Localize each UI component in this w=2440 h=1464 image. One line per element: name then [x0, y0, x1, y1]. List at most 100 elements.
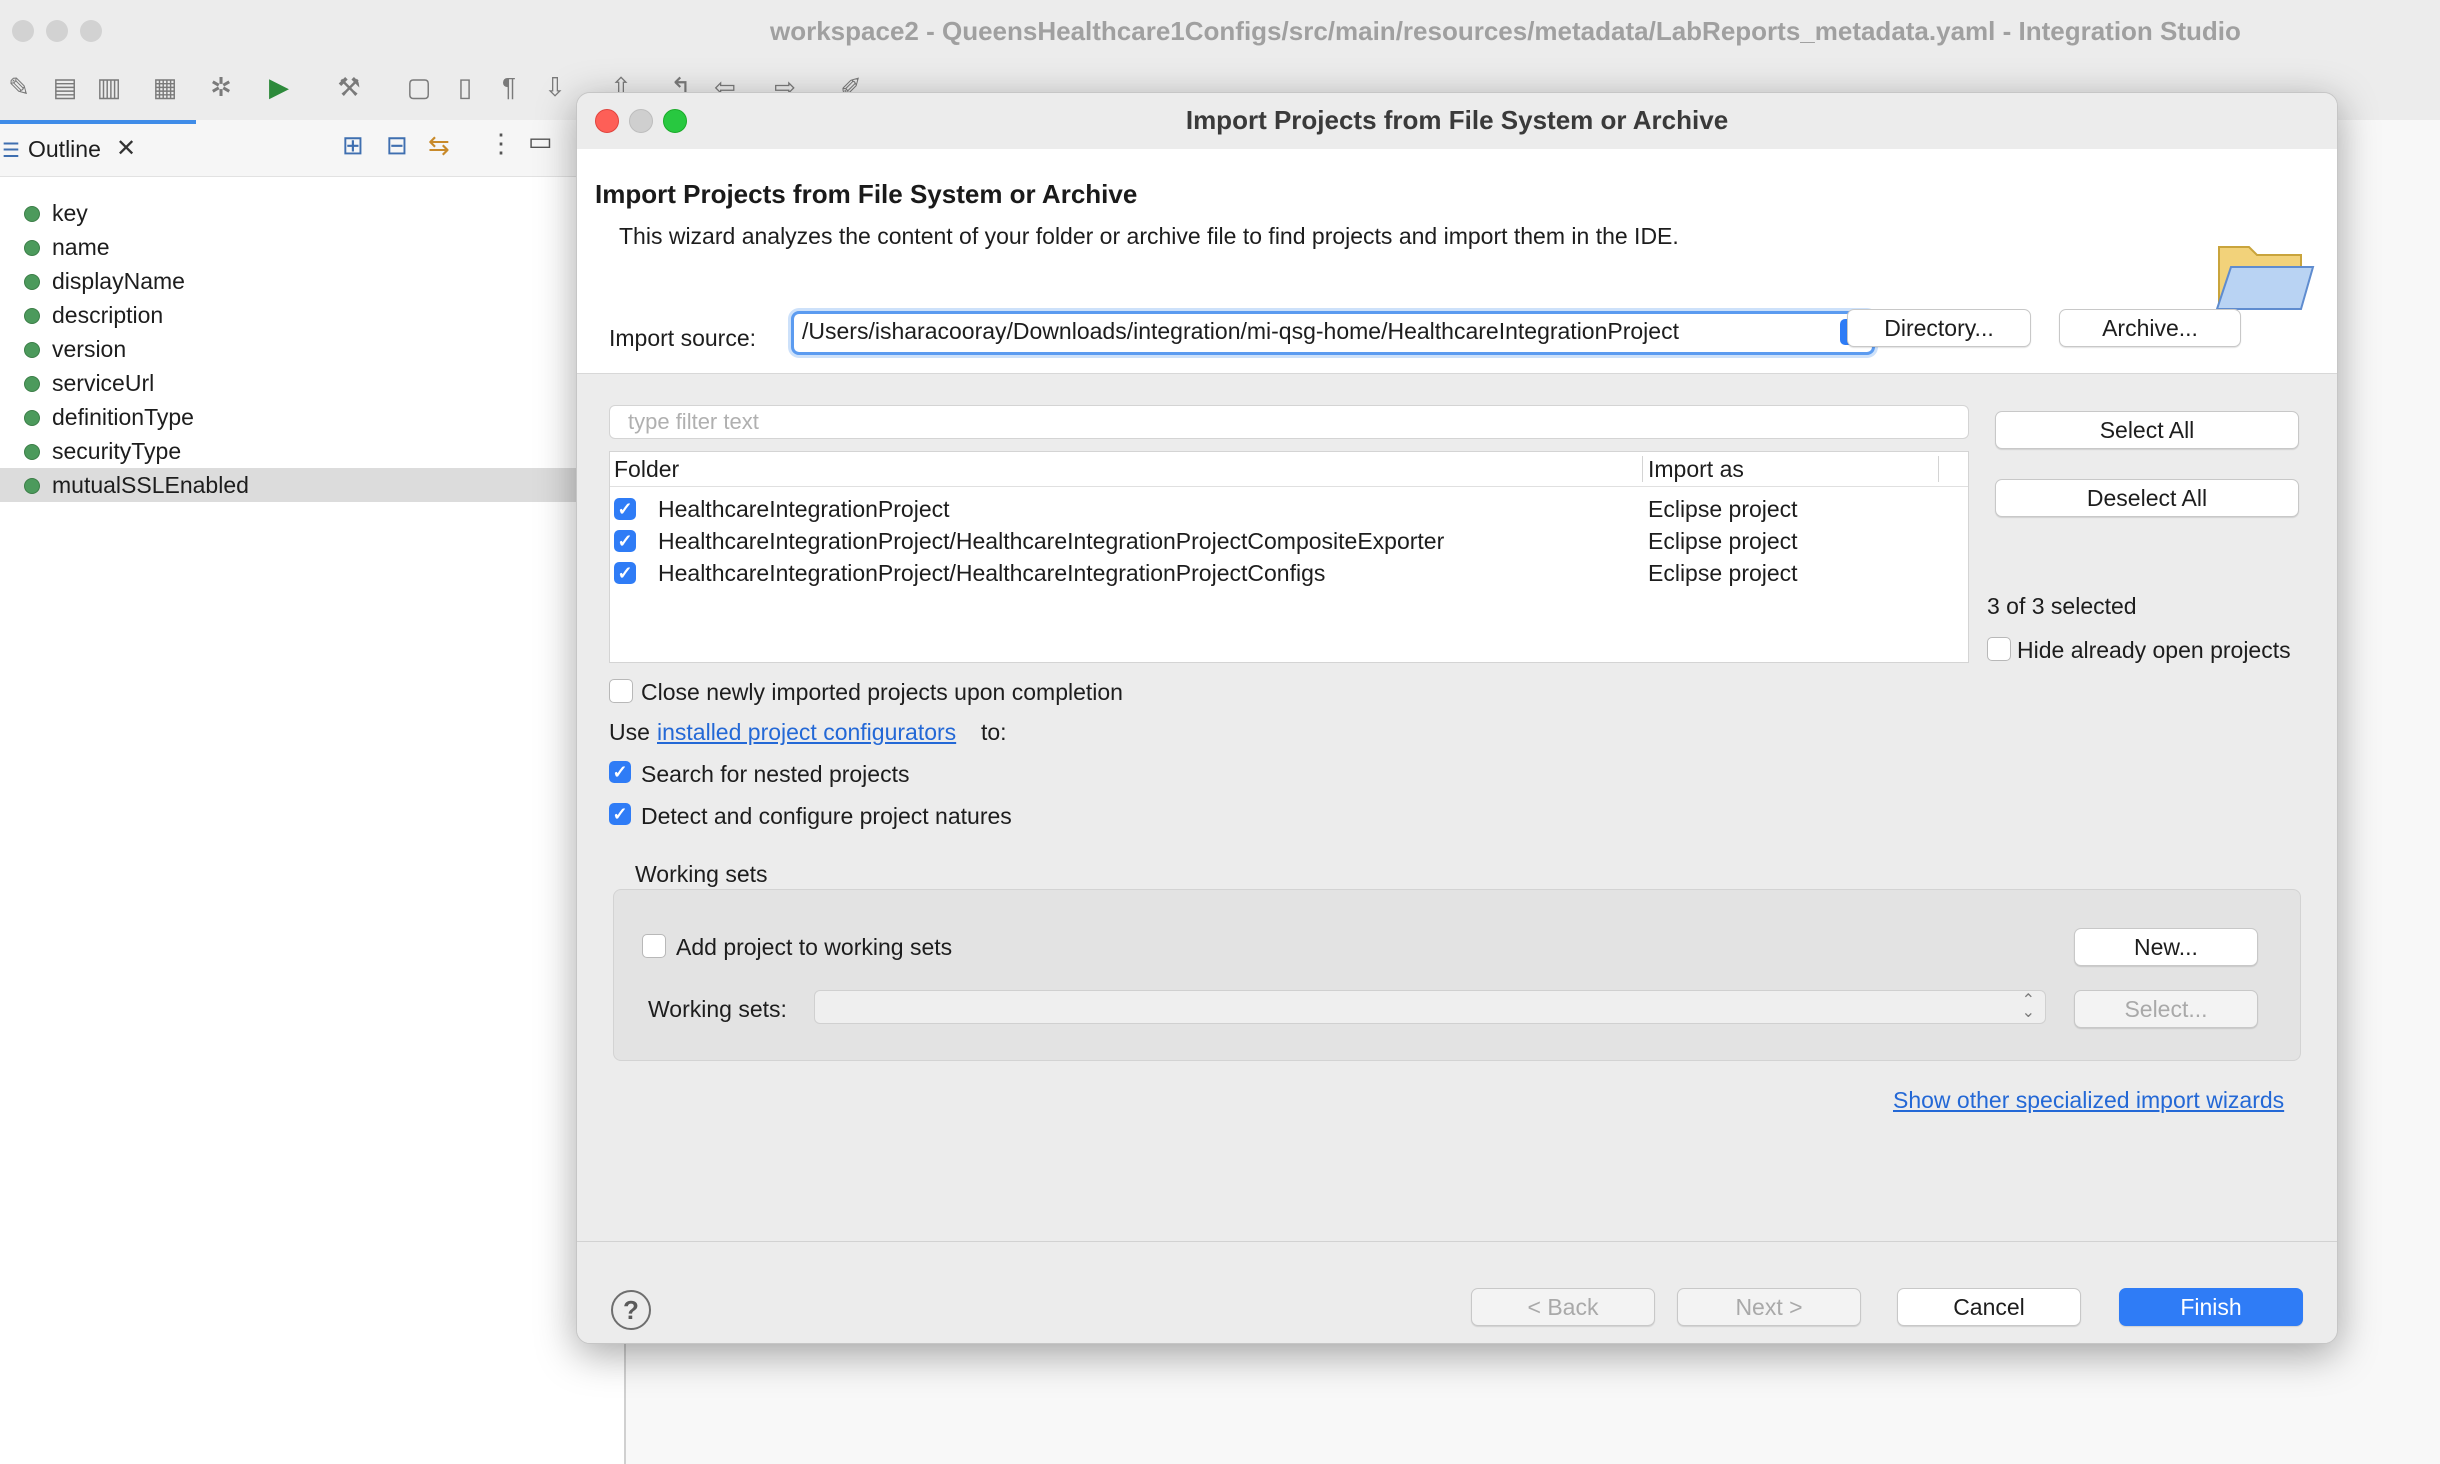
projects-table: Folder Import as ✓ HealthcareIntegrationP… — [609, 451, 1969, 663]
format-icon[interactable]: ▢ — [404, 72, 434, 102]
add-to-working-sets-checkbox[interactable] — [642, 934, 666, 958]
dialog-footer: ? < Back Next > Cancel Finish — [577, 1241, 2337, 1343]
outline-item[interactable]: name — [0, 230, 580, 264]
field-icon — [24, 274, 40, 290]
import-dialog: Import Projects from File System or Arch… — [576, 92, 2338, 1344]
column-header-folder[interactable]: Folder — [614, 456, 679, 483]
finish-button[interactable]: Finish — [2119, 1288, 2303, 1326]
next-button[interactable]: Next > — [1677, 1288, 1861, 1326]
outline-tab-label[interactable]: Outline — [28, 136, 101, 163]
field-icon — [24, 240, 40, 256]
active-tab-indicator — [0, 120, 196, 124]
dialog-titlebar: Import Projects from File System or Arch… — [577, 93, 2337, 149]
import-source-combo[interactable]: /Users/isharacooray/Downloads/integratio… — [791, 311, 1875, 355]
project-folder: HealthcareIntegrationProject — [658, 496, 950, 522]
outline-item-label: securityType — [52, 438, 182, 464]
help-icon[interactable]: ? — [611, 1290, 651, 1330]
outline-item[interactable]: version — [0, 332, 580, 366]
dialog-description: This wizard analyzes the content of your… — [619, 223, 1679, 249]
field-icon — [24, 410, 40, 426]
link-with-editor-icon[interactable]: ⇆ — [428, 130, 450, 161]
new-working-set-button[interactable]: New... — [2074, 928, 2258, 966]
select-all-button[interactable]: Select All — [1995, 411, 2299, 449]
tools-icon[interactable]: ⚒ — [334, 72, 364, 102]
hide-open-projects-checkbox[interactable] — [1987, 637, 2011, 661]
detect-natures-checkbox[interactable]: ✓ — [609, 803, 631, 825]
import-source-label: Import source: — [609, 325, 756, 351]
table-row[interactable]: ✓ HealthcareIntegrationProject/Healthcare… — [610, 526, 1968, 556]
run-icon[interactable]: ▶ — [264, 72, 294, 102]
outline-panel: ☰ Outline ✕ ⊞ ⊟ ⇆ ⋮ ▭ key name displayName… — [0, 120, 624, 1464]
outline-item[interactable]: serviceUrl — [0, 366, 580, 400]
project-import-as: Eclipse project — [1648, 560, 1798, 586]
close-window-button[interactable] — [12, 20, 34, 42]
other-import-wizards-link[interactable]: Show other specialized import wizards — [1893, 1087, 2284, 1114]
project-checkbox[interactable]: ✓ — [614, 530, 636, 552]
paste-icon[interactable]: ▯ — [450, 72, 480, 102]
field-icon — [24, 342, 40, 358]
detect-natures-label: Detect and configure project natures — [641, 803, 1012, 829]
table-row[interactable]: ✓ HealthcareIntegrationProject Eclipse pro… — [610, 494, 1968, 524]
save-all-icon[interactable]: ▥ — [94, 72, 124, 102]
pilcrow-icon[interactable]: ¶ — [494, 72, 524, 102]
zoom-window-button[interactable] — [80, 20, 102, 42]
outline-item[interactable]: key — [0, 196, 580, 230]
working-sets-label: Working sets: — [648, 996, 787, 1022]
column-header-import-as[interactable]: Import as — [1648, 456, 1744, 483]
server-icon[interactable]: ▦ — [150, 72, 180, 102]
use-prefix: Use — [609, 719, 650, 745]
use-suffix: to: — [981, 719, 1007, 745]
field-icon — [24, 444, 40, 460]
expand-all-icon[interactable]: ⊞ — [342, 130, 364, 161]
hide-open-projects-label: Hide already open projects — [2017, 637, 2291, 663]
header-divider — [610, 486, 1968, 487]
dialog-heading: Import Projects from File System or Arch… — [595, 179, 1138, 209]
close-imported-checkbox[interactable] — [609, 679, 633, 703]
outline-item-label: mutualSSLEnabled — [52, 472, 249, 498]
field-icon — [24, 478, 40, 494]
cancel-button[interactable]: Cancel — [1897, 1288, 2081, 1326]
minimize-icon[interactable]: ▭ — [528, 126, 553, 157]
outline-item[interactable]: mutualSSLEnabled — [0, 468, 580, 502]
project-checkbox[interactable]: ✓ — [614, 562, 636, 584]
deselect-all-button[interactable]: Deselect All — [1995, 479, 2299, 517]
outline-item[interactable]: definitionType — [0, 400, 580, 434]
outline-item-label: definitionType — [52, 404, 194, 430]
import-source-value: /Users/isharacooray/Downloads/integratio… — [802, 318, 1679, 344]
close-icon[interactable]: ✕ — [116, 134, 136, 163]
outline-item-label: description — [52, 302, 164, 328]
field-icon — [24, 206, 40, 222]
outline-tabbar: ☰ Outline ✕ ⊞ ⊟ ⇆ ⋮ ▭ — [0, 120, 624, 177]
archive-button[interactable]: Archive... — [2059, 309, 2241, 347]
search-nested-label: Search for nested projects — [641, 761, 910, 787]
outline-item-label: serviceUrl — [52, 370, 155, 396]
collapse-all-icon[interactable]: ⊟ — [386, 130, 408, 161]
outline-item-label: displayName — [52, 268, 185, 294]
window-titlebar: workspace2 - QueensHealthcare1Configs/sr… — [0, 0, 2440, 62]
dialog-window-title: Import Projects from File System or Arch… — [1185, 105, 1729, 135]
back-button[interactable]: < Back — [1471, 1288, 1655, 1326]
new-icon[interactable]: ✎ — [4, 72, 34, 102]
directory-button[interactable]: Directory... — [1847, 309, 2031, 347]
outline-item[interactable]: securityType — [0, 434, 580, 468]
save-icon[interactable]: ▤ — [50, 72, 80, 102]
filter-input[interactable]: type filter text — [609, 405, 1969, 439]
next-annotation-icon[interactable]: ⇩ — [540, 72, 570, 102]
search-nested-checkbox[interactable]: ✓ — [609, 761, 631, 783]
outline-icon: ☰ — [2, 140, 20, 162]
table-row[interactable]: ✓ HealthcareIntegrationProject/Healthcare… — [610, 558, 1968, 588]
project-import-as: Eclipse project — [1648, 528, 1798, 554]
working-sets-select[interactable]: ⌃ ⌄ — [814, 990, 2046, 1024]
view-menu-icon[interactable]: ⋮ — [488, 128, 514, 159]
outline-item[interactable]: description — [0, 298, 580, 332]
outline-item-label: name — [52, 234, 110, 260]
column-separator — [1938, 456, 1939, 482]
outline-item-label: key — [52, 200, 88, 226]
debug-icon[interactable]: ✲ — [206, 72, 236, 102]
project-checkbox[interactable]: ✓ — [614, 498, 636, 520]
outline-item[interactable]: displayName — [0, 264, 580, 298]
minimize-window-button[interactable] — [46, 20, 68, 42]
installed-configurators-link[interactable]: installed project configurators — [657, 719, 956, 746]
field-icon — [24, 308, 40, 324]
select-working-sets-button[interactable]: Select... — [2074, 990, 2258, 1028]
